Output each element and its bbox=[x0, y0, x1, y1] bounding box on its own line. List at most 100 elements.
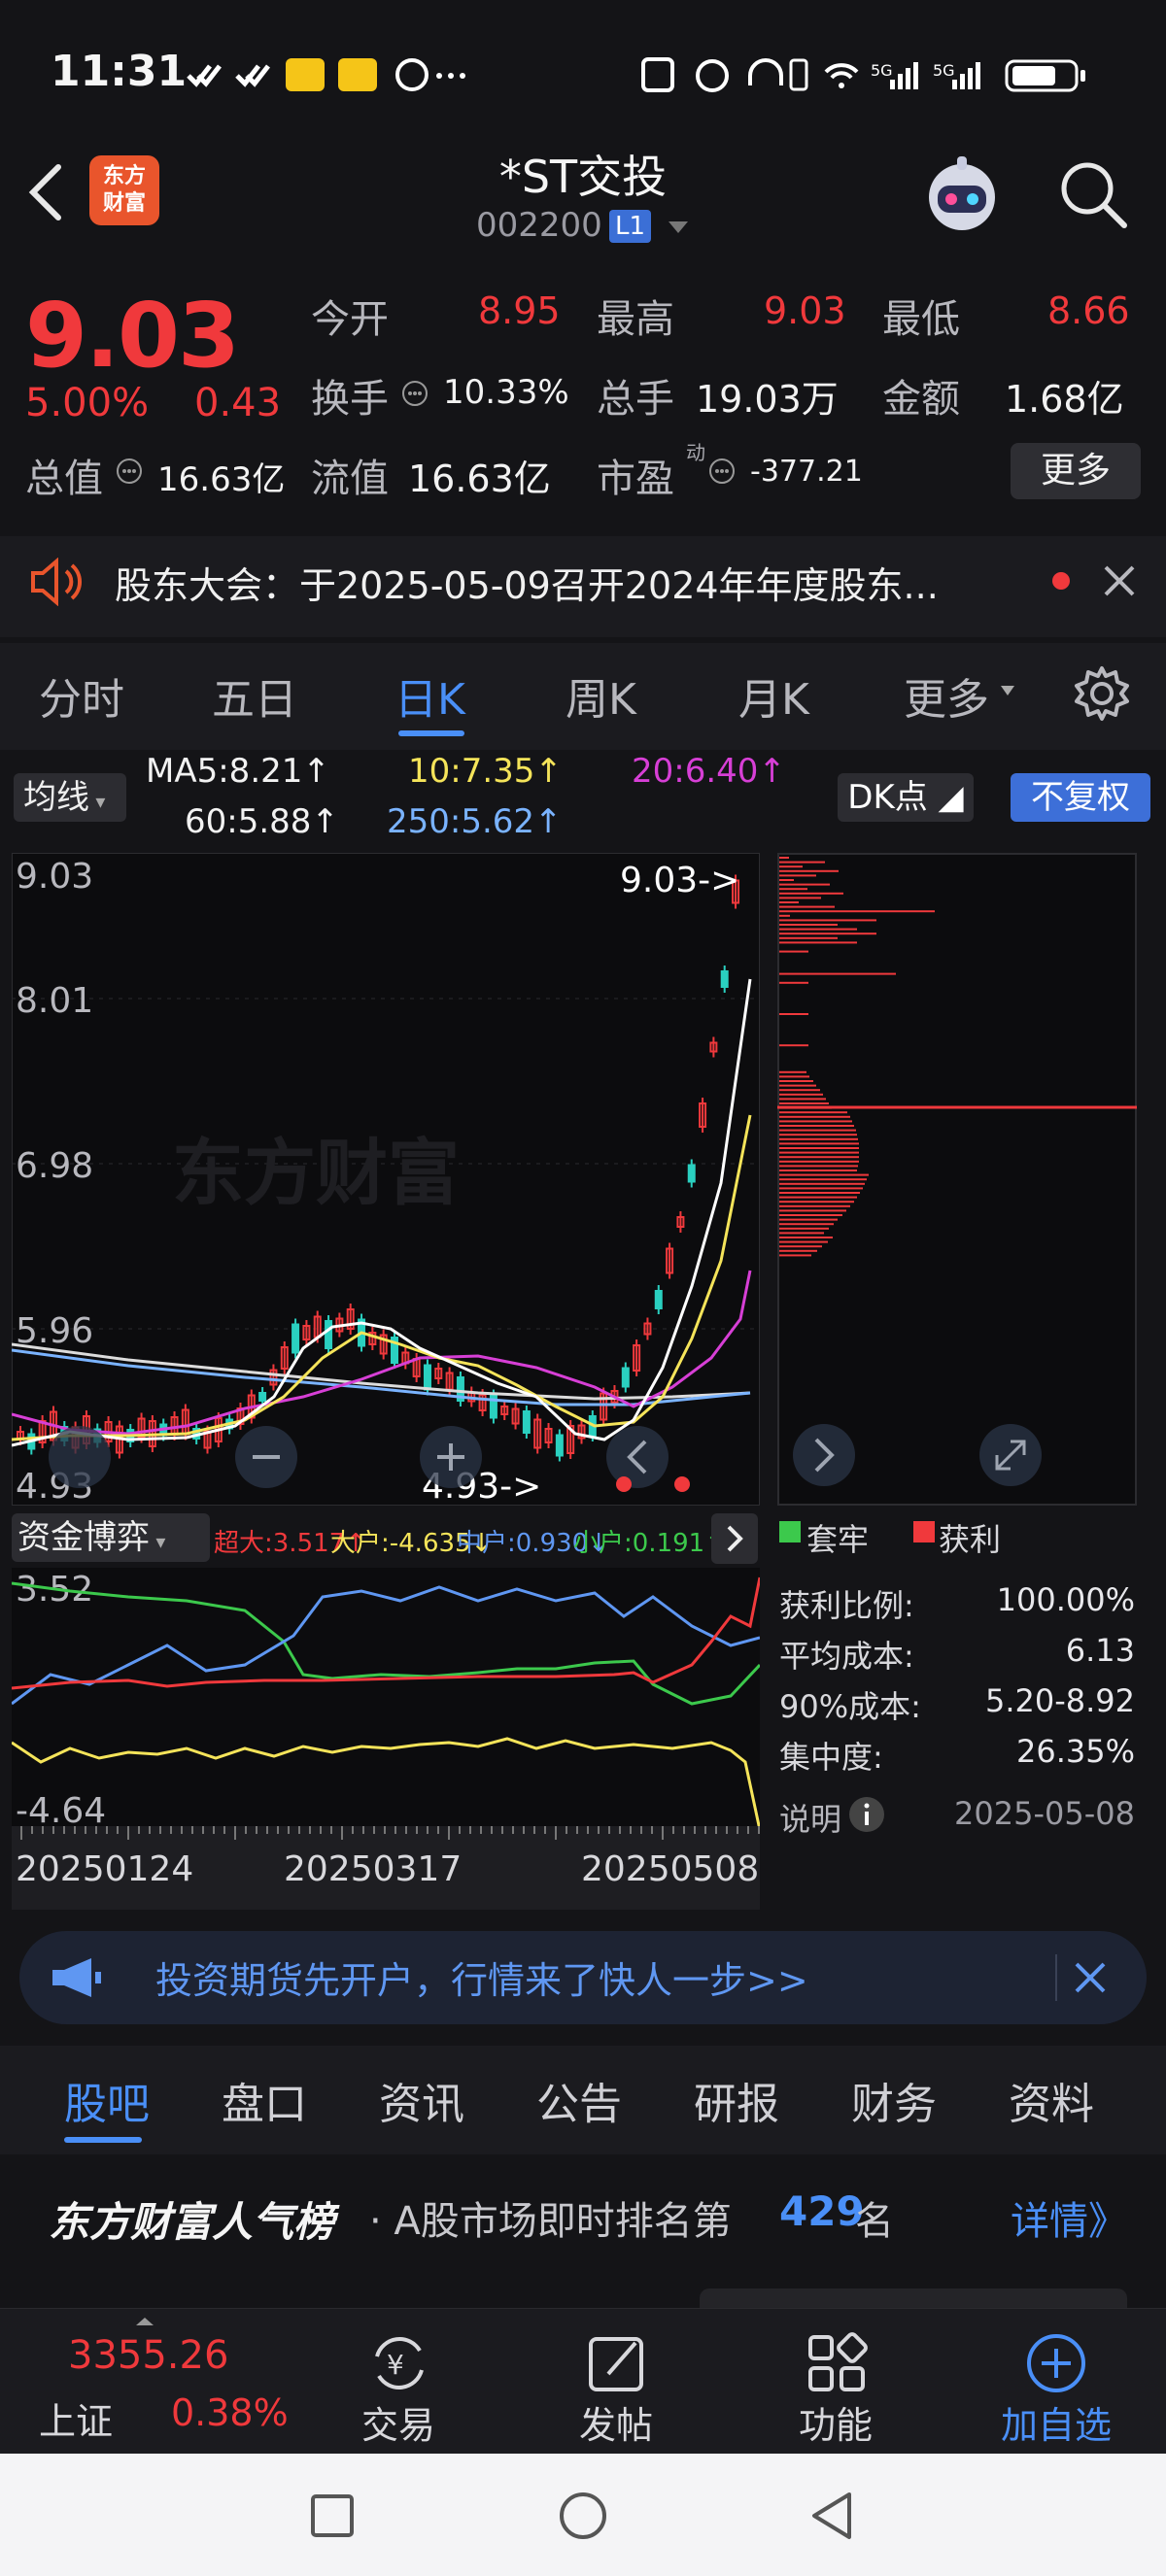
chip-bar bbox=[779, 1115, 850, 1118]
dk-point-button[interactable]: DK点 ◢ bbox=[838, 773, 974, 822]
chip-bar bbox=[779, 1254, 811, 1257]
index-change[interactable]: 0.38% bbox=[171, 2391, 289, 2434]
cost90-label: 90%成本: bbox=[779, 1688, 921, 1725]
date-end: 20250508 bbox=[581, 1849, 760, 1889]
notice-text[interactable]: 股东大会：于2025-05-09召开2024年年度股东... bbox=[115, 556, 939, 609]
home-icon[interactable] bbox=[558, 2491, 608, 2541]
avg-cost-label: 平均成本: bbox=[779, 1638, 914, 1675]
functions-label[interactable]: 功能 bbox=[799, 2395, 873, 2449]
fund-selector[interactable]: 资金博弈 ▾ bbox=[12, 1513, 210, 1562]
close-icon[interactable] bbox=[1100, 561, 1139, 600]
chip-bar bbox=[779, 1084, 816, 1087]
fund-next-button[interactable] bbox=[711, 1513, 758, 1564]
fund-flow-header: 资金博弈 ▾ 超大:3.517↑ 大户:-4.635↓ 中户:0.930↓ 小户… bbox=[12, 1509, 760, 1566]
chip-bar bbox=[779, 879, 794, 881]
tab-profile[interactable]: 资料 bbox=[1009, 2069, 1094, 2131]
add-watchlist-label[interactable]: 加自选 bbox=[1001, 2395, 1112, 2449]
post-icon[interactable] bbox=[583, 2329, 651, 2397]
chip-bar bbox=[779, 1196, 857, 1199]
index-name[interactable]: 上证 bbox=[39, 2391, 113, 2445]
active-content-tab-indicator bbox=[64, 2137, 142, 2143]
explain-link[interactable]: 说明 bbox=[779, 1795, 841, 1840]
chip-bar bbox=[779, 924, 838, 926]
more-quote-button[interactable]: 更多 bbox=[1011, 443, 1141, 499]
chip-bar bbox=[779, 1249, 817, 1252]
scroll-left-button[interactable] bbox=[606, 1426, 669, 1488]
chip-bar bbox=[779, 883, 830, 886]
info-icon[interactable] bbox=[400, 379, 429, 408]
chip-bar bbox=[779, 1075, 809, 1078]
low-value: 8.66 bbox=[1047, 289, 1130, 332]
caret-up-icon bbox=[136, 2318, 154, 2325]
tab-five-day[interactable]: 五日 bbox=[212, 664, 297, 727]
ad-text[interactable]: 投资期货先开户，行情来了快人一步>> bbox=[155, 1950, 808, 2004]
status-time: 11:31 bbox=[51, 47, 188, 96]
chip-bar bbox=[779, 1093, 823, 1096]
robot-assistant-icon[interactable] bbox=[918, 151, 1006, 238]
zoom-out-left-button[interactable] bbox=[49, 1426, 111, 1488]
chip-bar bbox=[779, 857, 789, 859]
scroll-right-button[interactable] bbox=[793, 1424, 855, 1486]
profit-legend: 获利 bbox=[939, 1521, 1002, 1558]
tab-research[interactable]: 研报 bbox=[694, 2069, 779, 2131]
tab-pankou[interactable]: 盘口 bbox=[222, 2069, 307, 2131]
date-ticks bbox=[20, 1826, 760, 1840]
close-icon[interactable] bbox=[1073, 1960, 1108, 1995]
tab-news[interactable]: 资讯 bbox=[379, 2069, 464, 2131]
functions-icon[interactable] bbox=[803, 2329, 871, 2397]
current-price: 9.03 bbox=[25, 284, 240, 388]
kline-chart[interactable]: 东方财富 9.03 8.01 6.98 5.96 4.93 9.03-> 4.9… bbox=[12, 853, 760, 1506]
chip-bar bbox=[779, 1070, 806, 1073]
date-mid: 20250317 bbox=[284, 1849, 463, 1889]
unread-dot-icon bbox=[1052, 572, 1070, 590]
info-icon[interactable] bbox=[115, 457, 144, 486]
ma-selector[interactable]: 均线 ▾ bbox=[14, 773, 126, 822]
pe-label: 市盈 bbox=[597, 457, 674, 501]
level-badge: L1 bbox=[609, 210, 652, 243]
ad-divider bbox=[1055, 1954, 1057, 2001]
index-value[interactable]: 3355.26 bbox=[68, 2333, 228, 2378]
chip-bar bbox=[779, 1102, 829, 1104]
y-label-3: 6.98 bbox=[16, 1146, 93, 1186]
gear-icon[interactable] bbox=[1073, 664, 1131, 723]
chip-bar bbox=[779, 928, 857, 931]
chip-bar bbox=[779, 1111, 847, 1114]
change-value: 0.43 bbox=[194, 381, 282, 425]
tab-monthly-k[interactable]: 月K bbox=[738, 664, 809, 727]
pe-superscript: 动 bbox=[686, 441, 705, 464]
tab-weekly-k[interactable]: 周K bbox=[566, 664, 636, 727]
recent-apps-icon[interactable] bbox=[309, 2492, 356, 2539]
chip-bar bbox=[779, 1137, 858, 1140]
profit-legend-swatch bbox=[913, 1521, 935, 1542]
chip-distribution-chart[interactable] bbox=[777, 853, 1137, 1506]
chip-bar bbox=[779, 1125, 854, 1127]
post-label[interactable]: 发帖 bbox=[579, 2395, 653, 2449]
profit-ratio-value: 100.00% bbox=[996, 1581, 1135, 1618]
trade-icon[interactable]: ¥ bbox=[365, 2329, 433, 2397]
fund-flow-chart[interactable]: 3.52 -4.64 bbox=[12, 1568, 760, 1828]
chip-bar bbox=[779, 914, 790, 917]
add-watchlist-icon[interactable] bbox=[1022, 2329, 1090, 2397]
y-label-2: 8.01 bbox=[16, 981, 93, 1021]
chip-bar bbox=[779, 1120, 852, 1123]
chip-bar bbox=[779, 892, 843, 895]
info-icon[interactable] bbox=[707, 457, 737, 486]
tab-finance[interactable]: 财务 bbox=[851, 2069, 937, 2131]
no-adjust-button[interactable]: 不复权 bbox=[1011, 773, 1150, 822]
tab-guba[interactable]: 股吧 bbox=[64, 2069, 150, 2131]
chip-bar bbox=[779, 1182, 865, 1185]
chip-bar bbox=[779, 1245, 822, 1248]
tab-daily-k[interactable]: 日K bbox=[394, 664, 465, 727]
info-icon[interactable] bbox=[847, 1795, 886, 1834]
chip-bar bbox=[779, 905, 835, 908]
trade-label[interactable]: 交易 bbox=[361, 2395, 435, 2449]
caret-down-icon[interactable] bbox=[667, 218, 690, 237]
popularity-rank-title: 东方财富人气榜 bbox=[49, 2198, 335, 2246]
tab-intraday[interactable]: 分时 bbox=[39, 664, 124, 727]
ma5-value: MA5:8.21↑ bbox=[146, 752, 330, 791]
rank-detail-link[interactable]: 详情》 bbox=[1011, 2189, 1127, 2246]
tab-announcements[interactable]: 公告 bbox=[536, 2069, 622, 2131]
search-icon[interactable] bbox=[1054, 155, 1132, 233]
tab-more[interactable]: 更多 bbox=[904, 664, 989, 727]
back-nav-icon[interactable] bbox=[808, 2491, 855, 2541]
